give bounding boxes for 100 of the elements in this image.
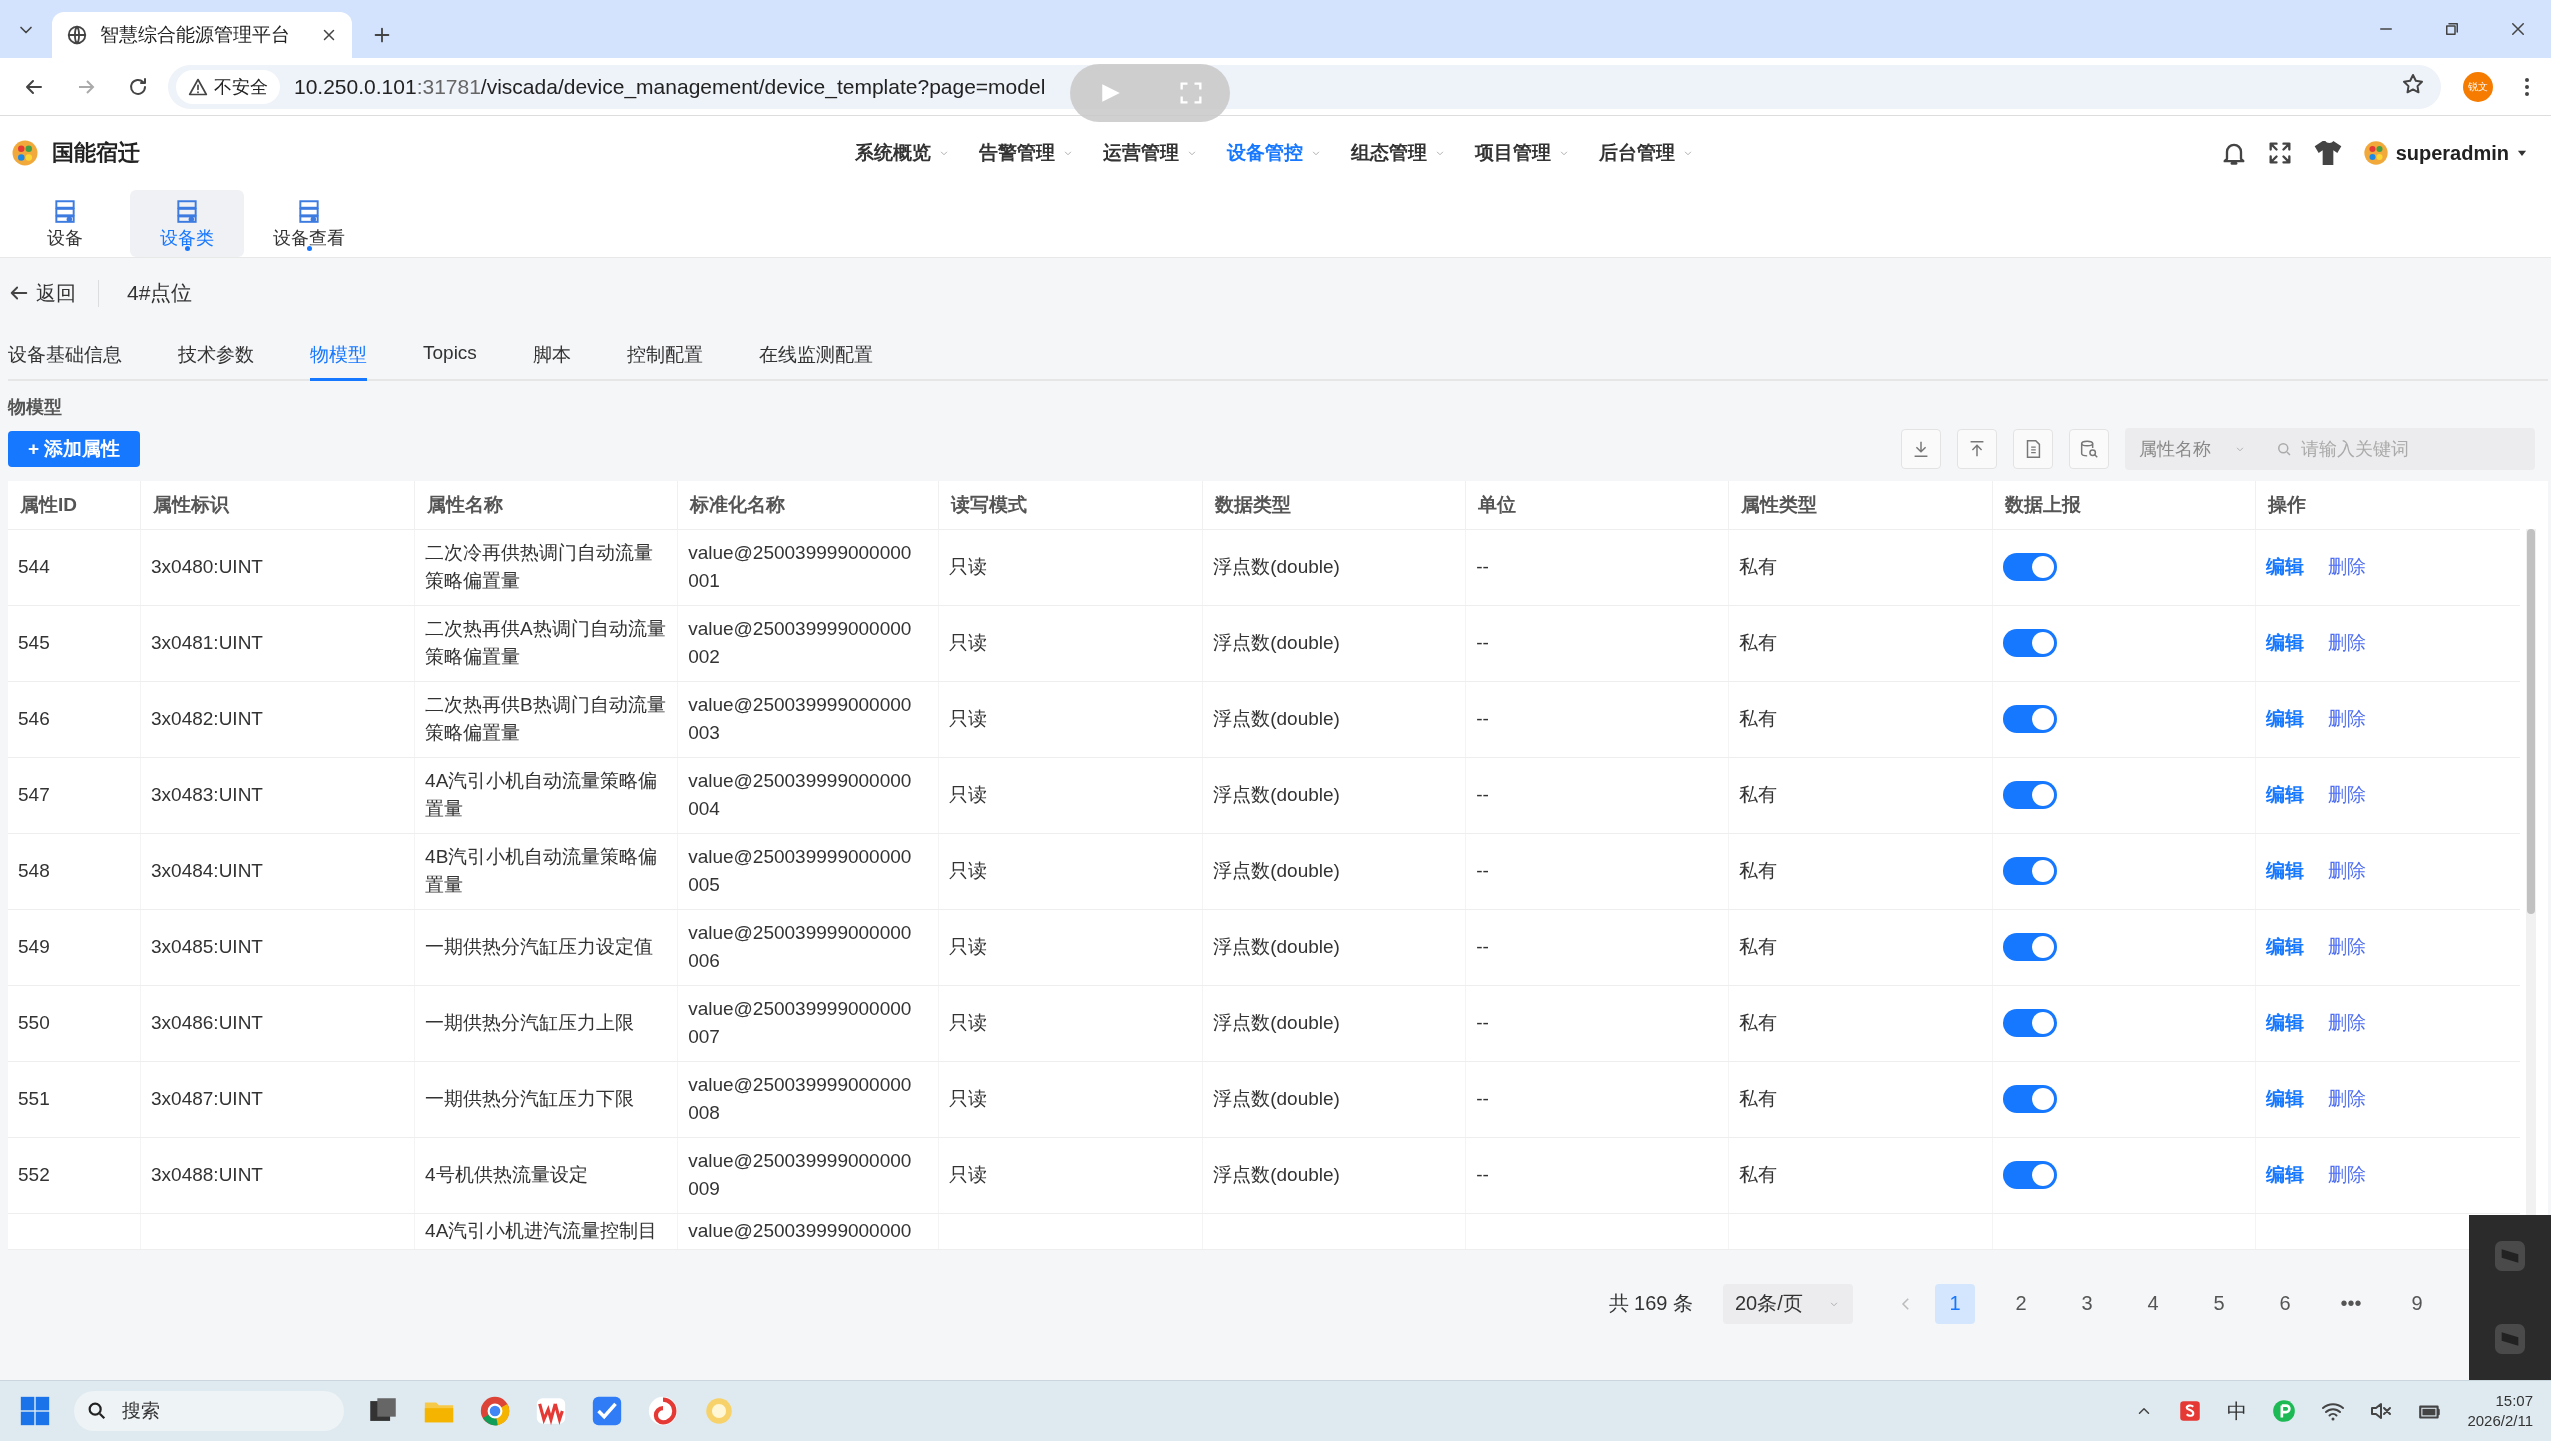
page-button[interactable]: 9 (2397, 1283, 2437, 1324)
restore-icon[interactable] (2443, 20, 2461, 38)
report-toggle[interactable] (2003, 553, 2058, 582)
windows-icon[interactable] (18, 1394, 52, 1428)
table-cell: 私有 (1728, 1061, 1993, 1137)
edit-link[interactable]: 编辑 (2266, 936, 2305, 957)
user-menu[interactable]: superadmin (2361, 139, 2529, 167)
edit-link[interactable]: 编辑 (2266, 784, 2305, 805)
taskbar-search[interactable]: 搜索 (74, 1391, 344, 1431)
column-header: 读写模式 (938, 481, 1203, 529)
delete-link[interactable]: 删除 (2328, 784, 2367, 805)
total-count: 共 169 条 (1608, 1291, 1693, 1316)
logo-icon (10, 138, 40, 168)
delete-link[interactable]: 删除 (2328, 708, 2367, 729)
table-cell: 私有 (1728, 985, 1993, 1061)
security-chip[interactable]: 不安全 (176, 69, 280, 104)
delete-link[interactable]: 删除 (2328, 556, 2367, 577)
delete-link[interactable]: 删除 (2328, 936, 2367, 957)
table-cell: 3x0488:UINT (140, 1137, 415, 1213)
report-toggle[interactable] (2003, 933, 2058, 962)
table-cell: 浮点数(double) (1202, 529, 1466, 605)
page-button[interactable]: 4 (2133, 1283, 2173, 1324)
edit-link[interactable]: 编辑 (2266, 860, 2305, 881)
tab[interactable]: 脚本 (532, 332, 571, 381)
report-toggle[interactable] (2003, 629, 2058, 658)
nav-menu-item[interactable]: 告警管理 (979, 134, 1075, 172)
download-button[interactable] (1901, 429, 1941, 469)
table-cell: value@250039999000000001 (677, 529, 939, 605)
check-app-icon[interactable] (590, 1394, 624, 1428)
nav-menu-item[interactable]: 项目管理 (1475, 134, 1571, 172)
nav-menu-item[interactable]: 设备管控 (1227, 134, 1323, 172)
tab[interactable]: 在线监测配置 (758, 332, 873, 381)
nav-menu-item[interactable]: 后台管理 (1599, 134, 1695, 172)
url-text: 10.250.0.101:31781/viscada/device_management/device_template?page=model (294, 74, 1046, 99)
table-cell: -- (1465, 681, 1729, 757)
report-toggle[interactable] (2003, 1085, 2058, 1114)
column-header: 数据上报 (1992, 481, 2256, 529)
tab[interactable]: 技术参数 (178, 332, 254, 381)
page-button[interactable]: ••• (2331, 1283, 2371, 1324)
scrollbar-thumb[interactable] (2527, 529, 2535, 914)
table-cell: 551 (8, 1061, 141, 1137)
delete-link[interactable]: 删除 (2328, 1164, 2367, 1185)
document-button[interactable] (2013, 429, 2053, 469)
section-title: 物模型 (8, 396, 63, 419)
nav-menu-item[interactable]: 系统概览 (855, 134, 951, 172)
column-header: 数据类型 (1202, 481, 1466, 529)
delete-link[interactable]: 删除 (2328, 632, 2367, 653)
subnav-item[interactable]: 设备 (8, 190, 122, 257)
column-header: 单位 (1465, 481, 1729, 529)
page-button[interactable]: 6 (2265, 1283, 2305, 1324)
edit-link[interactable]: 编辑 (2266, 1164, 2305, 1185)
swirl-app-icon[interactable] (646, 1394, 680, 1428)
add-property-button[interactable]: + 添加属性 (8, 431, 141, 467)
clock[interactable]: 15:07 2026/2/11 (2467, 1391, 2533, 1431)
database-search-button[interactable] (2069, 429, 2109, 469)
delete-link[interactable]: 删除 (2328, 860, 2367, 881)
table-cell: 4号机供热流量设定 (414, 1137, 678, 1213)
edit-link[interactable]: 编辑 (2266, 708, 2305, 729)
edit-link[interactable]: 编辑 (2266, 632, 2305, 653)
report-toggle[interactable] (2003, 705, 2058, 734)
tab[interactable]: 物模型 (310, 332, 367, 381)
table-cell: value@250039999000000007 (677, 985, 939, 1061)
table-cell: 浮点数(double) (1202, 985, 1466, 1061)
ime-indicator[interactable]: 中 (2227, 1397, 2248, 1425)
table-cell: 浮点数(double) (1202, 1137, 1466, 1213)
table-cell: 只读 (938, 681, 1203, 757)
report-toggle[interactable] (2003, 781, 2058, 810)
search-field[interactable]: 请输入关键词 (2299, 428, 2535, 470)
delete-link[interactable]: 删除 (2328, 1088, 2367, 1109)
table-cell: 私有 (1728, 681, 1993, 757)
browser-icon[interactable] (478, 1394, 512, 1428)
subnav-item[interactable]: 设备类 (130, 190, 244, 257)
report-toggle[interactable] (2003, 1009, 2058, 1038)
table-cell: 549 (8, 909, 141, 985)
tab[interactable]: Topics (423, 332, 477, 381)
page-button[interactable]: 2 (2001, 1283, 2041, 1324)
browser-tab[interactable]: 智慧综合能源管理平台 (52, 12, 352, 58)
nav-menu-item[interactable]: 运营管理 (1103, 134, 1199, 172)
close-icon[interactable] (2509, 20, 2527, 38)
letter-p-app-icon[interactable] (2271, 1398, 2298, 1424)
edit-link[interactable]: 编辑 (2266, 1012, 2305, 1033)
page-size-select[interactable]: 20条/页 (1723, 1283, 1853, 1324)
upload-button[interactable] (1957, 429, 1997, 469)
page-button[interactable]: 3 (2067, 1283, 2107, 1324)
delete-link[interactable]: 删除 (2328, 1012, 2367, 1033)
edit-link[interactable]: 编辑 (2266, 556, 2305, 577)
star-icon[interactable] (2401, 72, 2425, 96)
report-toggle[interactable] (2003, 1161, 2058, 1190)
tab[interactable]: 控制配置 (626, 332, 703, 381)
tab[interactable]: 设备基础信息 (8, 332, 122, 381)
edit-link[interactable]: 编辑 (2266, 1088, 2305, 1109)
page-button[interactable]: 5 (2199, 1283, 2239, 1324)
nav-menu-item[interactable]: 组态管理 (1351, 134, 1447, 172)
address-bar[interactable]: 不安全 10.250.0.101:31781/viscada/device_management/device_template?page=model (168, 64, 2441, 109)
table-cell: 二次热再供B热调门自动流量策略偏置量 (414, 681, 678, 757)
back-link[interactable]: 返回 (8, 279, 99, 307)
report-toggle[interactable] (2003, 857, 2058, 886)
table-cell: 私有 (1728, 605, 1993, 681)
table-cell: 548 (8, 833, 141, 909)
subnav-item[interactable]: 设备查看 (252, 190, 366, 257)
